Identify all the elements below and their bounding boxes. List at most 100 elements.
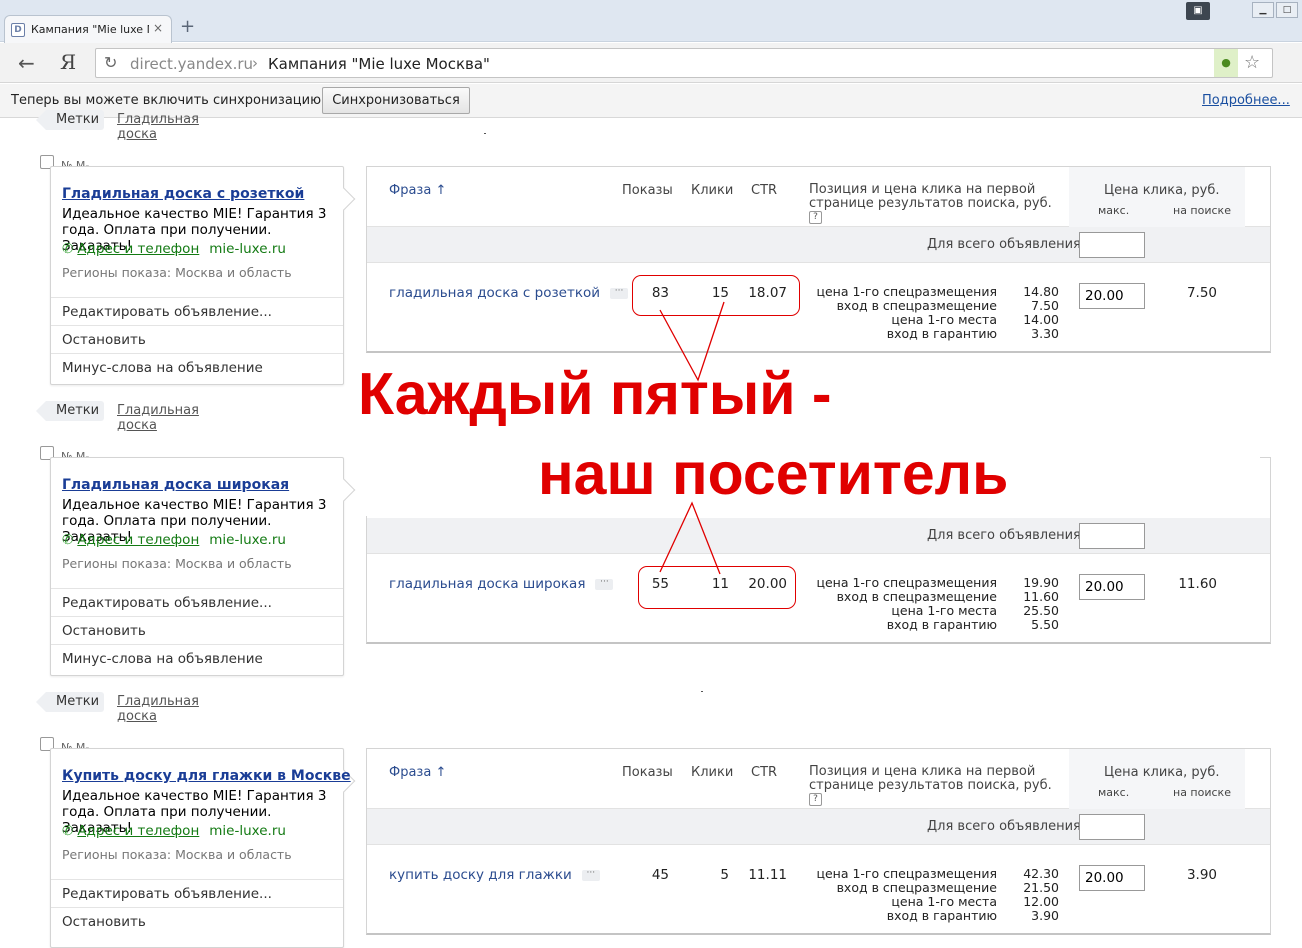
phrase-link[interactable]: гладильная доска широкая ··· — [389, 576, 614, 592]
table-row: гладильная доска широкая ··· 55 11 20.00 … — [367, 554, 1270, 642]
back-icon[interactable]: ← — [18, 51, 35, 75]
on-search-header: на поиске — [1173, 204, 1231, 217]
ctr-value: 11.11 — [748, 867, 787, 883]
position-label: цена 1-го места — [891, 603, 997, 618]
max-bid-input[interactable]: 20.00 — [1079, 574, 1145, 600]
ad-domain: mie-luxe.ru — [209, 241, 286, 257]
position-labels: цена 1-го спецразмещения вход в спецразм… — [803, 576, 997, 632]
table-row: купить доску для глажки ··· 45 5 11.11 це… — [367, 845, 1270, 933]
phrase-link[interactable]: купить доску для глажки ··· — [389, 867, 600, 883]
position-header: Позиция и цена клика на первой странице … — [809, 183, 1059, 225]
table-header: Фраза ↑ Показы Клики CTR Позиция и цена … — [367, 167, 1270, 227]
stop-link[interactable]: Остановить — [51, 325, 343, 353]
browser-tab[interactable]: D Кампания "Mie luxe Моск × — [4, 15, 172, 43]
address-separator: › — [252, 54, 258, 72]
position-header: Позиция и цена клика на первой странице … — [809, 765, 1059, 807]
tags-button[interactable]: Метки — [36, 401, 104, 421]
tag-name-link[interactable]: Гладильная доска — [117, 112, 199, 142]
new-tab-button[interactable]: + — [180, 16, 195, 37]
help-icon[interactable]: ? — [809, 793, 822, 806]
more-icon[interactable]: ··· — [581, 868, 600, 881]
impressions-header: Показы — [622, 765, 673, 780]
ad-contact: ✆ Адрес и телефон mie-luxe.ru — [62, 241, 286, 257]
address-phone-link[interactable]: Адрес и телефон — [77, 823, 199, 839]
position-value: 12.00 — [1023, 894, 1059, 909]
position-value: 25.50 — [1023, 603, 1059, 618]
clicks-value: 5 — [720, 867, 729, 883]
edit-ad-link[interactable]: Редактировать объявление... — [51, 879, 343, 907]
star-icon[interactable]: ☆ — [1244, 52, 1260, 73]
position-value: 3.90 — [1031, 908, 1059, 923]
phrase-text: гладильная доска широкая — [389, 576, 586, 592]
whole-ad-bid-input[interactable] — [1079, 814, 1145, 840]
whole-ad-row: Для всего объявления: — [367, 518, 1270, 554]
whole-ad-row: Для всего объявления: — [367, 227, 1270, 263]
cpc-header: Цена клика, руб. — [1104, 765, 1220, 780]
position-value: 14.80 — [1023, 284, 1059, 299]
more-icon[interactable]: ··· — [610, 286, 629, 299]
help-icon[interactable]: ? — [809, 211, 822, 224]
position-value: 5.50 — [1031, 617, 1059, 632]
on-search-value: 11.60 — [1178, 576, 1217, 592]
more-link[interactable]: Подробнее... — [1202, 93, 1290, 108]
max-bid-input[interactable]: 20.00 — [1079, 865, 1145, 891]
sync-button[interactable]: Синхронизоваться — [322, 87, 470, 114]
user-icon[interactable]: ▣ — [1186, 2, 1210, 20]
max-header: макс. — [1098, 204, 1130, 217]
tags-button[interactable]: Метки — [36, 692, 104, 712]
ad-title[interactable]: Гладильная доска с розеткой — [62, 186, 304, 202]
phrase-header-label: Фраза — [389, 183, 432, 198]
position-values: 42.30 21.50 12.00 3.90 — [1007, 867, 1059, 923]
stop-link[interactable]: Остановить — [51, 907, 343, 935]
max-bid-input[interactable]: 20.00 — [1079, 283, 1145, 309]
position-value: 7.50 — [1031, 298, 1059, 313]
edit-ad-link[interactable]: Редактировать объявление... — [51, 297, 343, 325]
edit-ad-link[interactable]: Редактировать объявление... — [51, 588, 343, 616]
address-phone-link[interactable]: Адрес и телефон — [77, 241, 199, 257]
browser-toolbar: ← Я ↻ direct.yandex.ru › Кампания "Mie l… — [0, 43, 1302, 83]
maximize-icon[interactable]: □ — [1276, 2, 1298, 18]
more-icon[interactable]: ··· — [595, 577, 614, 590]
ad-title[interactable]: Купить доску для глажки в Москве — [62, 768, 351, 784]
whole-ad-bid-input[interactable] — [1079, 523, 1145, 549]
cpc-header-box: Цена клика, руб. макс. на поиске — [1069, 167, 1245, 227]
favicon-icon: D — [11, 23, 25, 37]
whole-ad-label: Для всего объявления: — [927, 528, 1086, 543]
whole-ad-bid-input[interactable] — [1079, 232, 1145, 258]
position-values: 19.90 11.60 25.50 5.50 — [1007, 576, 1059, 632]
position-value: 11.60 — [1023, 589, 1059, 604]
table-header: Фраза ↑ Показы Клики CTR Позиция и цена … — [367, 749, 1270, 809]
ad-card: Гладильная доска широкая Идеальное качес… — [50, 457, 356, 676]
position-labels: цена 1-го спецразмещения вход в спецразм… — [803, 285, 997, 341]
close-tab-icon[interactable]: × — [153, 21, 163, 35]
address-host: direct.yandex.ru — [130, 55, 254, 73]
ad-title[interactable]: Гладильная доска широкая — [62, 477, 289, 493]
phrase-column-header[interactable]: Фраза ↑ — [389, 765, 446, 780]
minimize-icon[interactable]: ▁ — [1252, 2, 1274, 18]
position-label: цена 1-го места — [891, 312, 997, 327]
position-value: 14.00 — [1023, 312, 1059, 327]
phrase-column-header[interactable]: Фраза ↑ — [389, 183, 446, 198]
stop-link[interactable]: Остановить — [51, 616, 343, 644]
minus-words-link[interactable]: Минус-слова на объявление — [51, 644, 343, 672]
phrase-link[interactable]: гладильная доска с розеткой ··· — [389, 285, 629, 301]
address-phone-link[interactable]: Адрес и телефон — [77, 532, 199, 548]
reload-icon[interactable]: ↻ — [104, 53, 117, 72]
max-header: макс. — [1098, 786, 1130, 799]
ad-regions: Регионы показа: Москва и область — [62, 265, 292, 280]
address-bar[interactable]: ↻ direct.yandex.ru › Кампания "Mie luxe … — [95, 48, 1273, 78]
tags-button[interactable]: Метки — [36, 110, 104, 130]
lock-icon[interactable]: ● — [1214, 49, 1238, 77]
phrase-text: гладильная доска с розеткой — [389, 285, 601, 301]
position-value: 3.30 — [1031, 326, 1059, 341]
minus-words-link[interactable]: Минус-слова на объявление — [51, 353, 343, 381]
phrase-text: купить доску для глажки — [389, 867, 572, 883]
yandex-logo[interactable]: Я — [60, 50, 76, 74]
clicks-header: Клики — [691, 765, 734, 780]
annotation-line1: Каждый пятый - — [358, 361, 832, 427]
position-label: вход в гарантию — [886, 908, 997, 923]
tag-name-link[interactable]: Гладильная доска — [117, 694, 199, 724]
tag-name-link[interactable]: Гладильная доска — [117, 403, 199, 433]
tab-bar: D Кампания "Mie luxe Моск × + ▣ ▁ □ — [0, 0, 1302, 43]
whole-ad-label: Для всего объявления: — [927, 237, 1086, 252]
